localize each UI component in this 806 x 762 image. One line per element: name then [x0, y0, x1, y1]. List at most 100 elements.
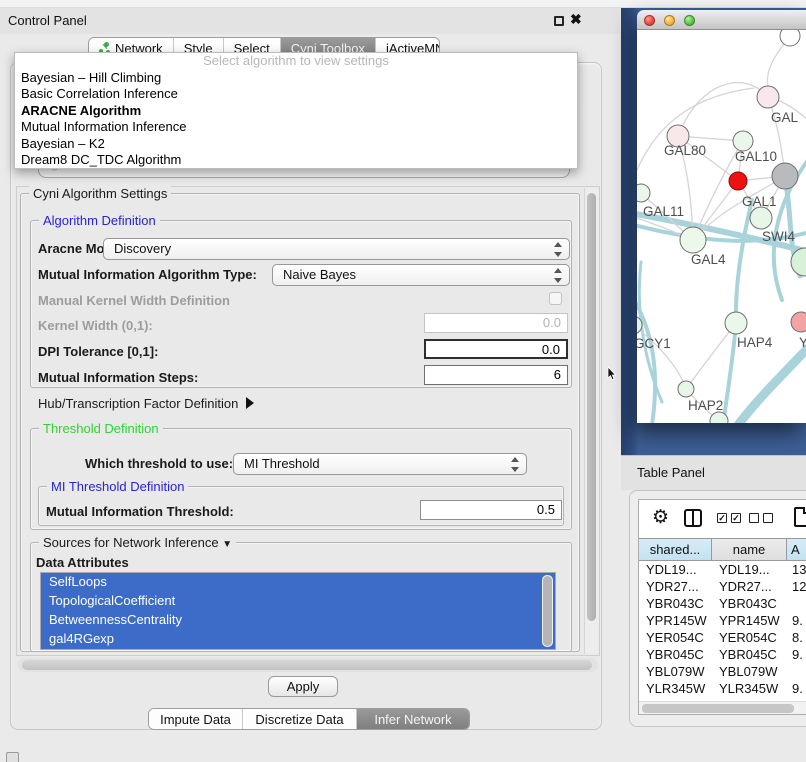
menu-item[interactable]: Bayesian – K2	[15, 136, 577, 152]
control-panel-header	[0, 8, 620, 34]
deselect-all-checkbox-icon[interactable]	[749, 513, 759, 523]
gear-icon[interactable]: ⚙	[652, 506, 669, 529]
control-panel-title: Control Panel	[8, 13, 87, 28]
tab-discretize-data[interactable]: Discretize Data	[243, 709, 357, 729]
scrollbar-thumb[interactable]	[587, 193, 596, 621]
mi-type-combobox[interactable]: Naive Bayes	[272, 264, 570, 286]
network-canvas[interactable]: GALGAL80GAL10GAL1GAL11SWI4GAL4GCY1HAP4YH…	[637, 30, 806, 423]
node-label: GAL80	[664, 143, 706, 158]
table-cell	[787, 595, 806, 612]
network-view-window: GALGAL80GAL10GAL1GAL11SWI4GAL4GCY1HAP4YH…	[637, 10, 806, 423]
collapsed-panel-icon[interactable]	[6, 752, 19, 762]
menu-item[interactable]: Bayesian – Hill Climbing	[15, 70, 577, 86]
close-icon[interactable]: ✖	[570, 11, 582, 28]
horizontal-scrollbar[interactable]	[18, 658, 598, 672]
mi-threshold-field[interactable]: 0.5	[420, 500, 562, 520]
table-cell: YIL052C	[639, 697, 712, 700]
export-table-icon[interactable]	[794, 507, 806, 527]
table-cell	[787, 663, 806, 680]
column-header[interactable]: name	[712, 539, 787, 560]
tab-infer-network[interactable]: Infer Network	[357, 709, 469, 729]
table-horizontal-scrollbar[interactable]	[639, 701, 806, 714]
list-item[interactable]: gal4RGexp	[41, 630, 555, 649]
node-label: HAP4	[737, 335, 773, 350]
group-title: Threshold Definition	[39, 421, 163, 436]
table-panel-title: Table Panel	[637, 465, 705, 480]
apply-button[interactable]: Apply	[268, 676, 338, 697]
menu-item[interactable]: Dream8 DC_TDC Algorithm	[15, 152, 577, 168]
network-node[interactable]	[678, 381, 694, 397]
network-graph: GALGAL80GAL10GAL1GAL11SWI4GAL4GCY1HAP4YH…	[637, 30, 806, 423]
table-row[interactable]: YBR045CYBR045C9.	[639, 646, 806, 663]
mi-steps-field[interactable]: 6	[424, 365, 568, 385]
manual-kernel-checkbox[interactable]	[549, 292, 562, 305]
node-label: Y	[799, 335, 806, 350]
mi-threshold-label: Mutual Information Threshold:	[46, 504, 234, 519]
network-node[interactable]	[750, 207, 772, 229]
table-row[interactable]: YPR145WYPR145W9.	[639, 612, 806, 629]
scrollbar-thumb[interactable]	[642, 704, 794, 713]
deselect-all-checkbox-icon[interactable]	[763, 513, 773, 523]
table-row[interactable]: YDR27...YDR27...12	[639, 578, 806, 595]
kernel-width-field[interactable]: 0.0	[424, 313, 568, 333]
column-header[interactable]: shared...	[639, 539, 712, 560]
algorithm-dropdown-popup: Select algorithm to view settings Bayesi…	[14, 52, 578, 169]
scrollbar-thumb[interactable]	[22, 660, 592, 670]
table-cell: 12	[787, 578, 806, 595]
dpi-tolerance-field[interactable]: 0.0	[424, 339, 568, 359]
network-node[interactable]	[772, 163, 798, 189]
table-row[interactable]: YER054CYER054C8.	[639, 629, 806, 646]
node-label: GAL1	[742, 194, 777, 209]
network-node[interactable]	[733, 131, 753, 151]
node-label: HAP2	[688, 398, 723, 413]
tab-discretize-data-label: Discretize Data	[255, 712, 343, 727]
network-node[interactable]	[757, 86, 779, 108]
column-header[interactable]: A	[787, 539, 806, 560]
table-cell: 9.	[787, 680, 806, 697]
network-node[interactable]	[729, 172, 747, 190]
window-titlebar[interactable]	[637, 10, 806, 30]
table-panel: ⚙ ✓ ✓ shared... name A YDL19...YDL19...1…	[629, 490, 806, 727]
menu-item[interactable]: ARACNE Algorithm	[15, 103, 577, 119]
close-traffic-light[interactable]	[644, 15, 655, 26]
menu-item[interactable]: Mutual Information Inference	[15, 119, 577, 135]
table-row[interactable]: YLR345WYLR345W9.	[639, 680, 806, 697]
network-edge	[637, 325, 686, 389]
table-row[interactable]: YBL079WYBL079W	[639, 663, 806, 680]
table-cell: YBR043C	[712, 595, 787, 612]
scrollbar-thumb[interactable]	[543, 576, 552, 646]
table-toolbar: ⚙ ✓ ✓	[639, 500, 806, 538]
stepper-icon	[511, 457, 520, 472]
table-row[interactable]: YIL052CYIL052C9	[639, 697, 806, 700]
which-threshold-combobox[interactable]: MI Threshold	[233, 453, 527, 475]
network-node[interactable]	[725, 312, 747, 334]
tab-impute-data[interactable]: Impute Data	[149, 709, 243, 729]
network-node[interactable]	[637, 184, 650, 202]
collapse-arrow-icon[interactable]: ▼	[222, 539, 232, 550]
vertical-scrollbar[interactable]	[584, 188, 598, 654]
zoom-traffic-light[interactable]	[684, 15, 695, 26]
network-node[interactable]	[780, 30, 800, 46]
group-title: Cyni Algorithm Settings	[29, 186, 171, 201]
table-cell: 9	[787, 697, 806, 700]
float-window-icon[interactable]	[554, 16, 564, 26]
mi-steps-label: Mutual Information Steps:	[38, 370, 198, 385]
stepper-icon	[554, 268, 563, 283]
select-all-checkbox-icon[interactable]: ✓	[731, 513, 741, 523]
list-item[interactable]: BetweennessCentrality	[41, 611, 555, 630]
network-node[interactable]	[791, 312, 806, 332]
menu-item[interactable]: Basic Correlation Inference	[15, 86, 577, 102]
minimize-traffic-light[interactable]	[664, 15, 675, 26]
list-item[interactable]: SelfLoops	[41, 573, 555, 592]
select-all-checkbox-icon[interactable]: ✓	[717, 513, 727, 523]
group-title: MI Threshold Definition	[47, 479, 188, 494]
aracne-mode-combobox[interactable]: Discovery	[103, 238, 570, 260]
table-row[interactable]: YDL19...YDL19...13	[639, 561, 806, 578]
hub-definition-expander[interactable]: Hub/Transcription Factor Definition	[38, 396, 254, 411]
list-scrollbar[interactable]	[542, 575, 553, 647]
network-node[interactable]	[680, 227, 706, 253]
list-item[interactable]: TopologicalCoefficient	[41, 592, 555, 611]
table-row[interactable]: YBR043CYBR043C	[639, 595, 806, 612]
expander-arrow-icon	[246, 397, 254, 409]
column-layout-icon[interactable]	[684, 509, 702, 527]
